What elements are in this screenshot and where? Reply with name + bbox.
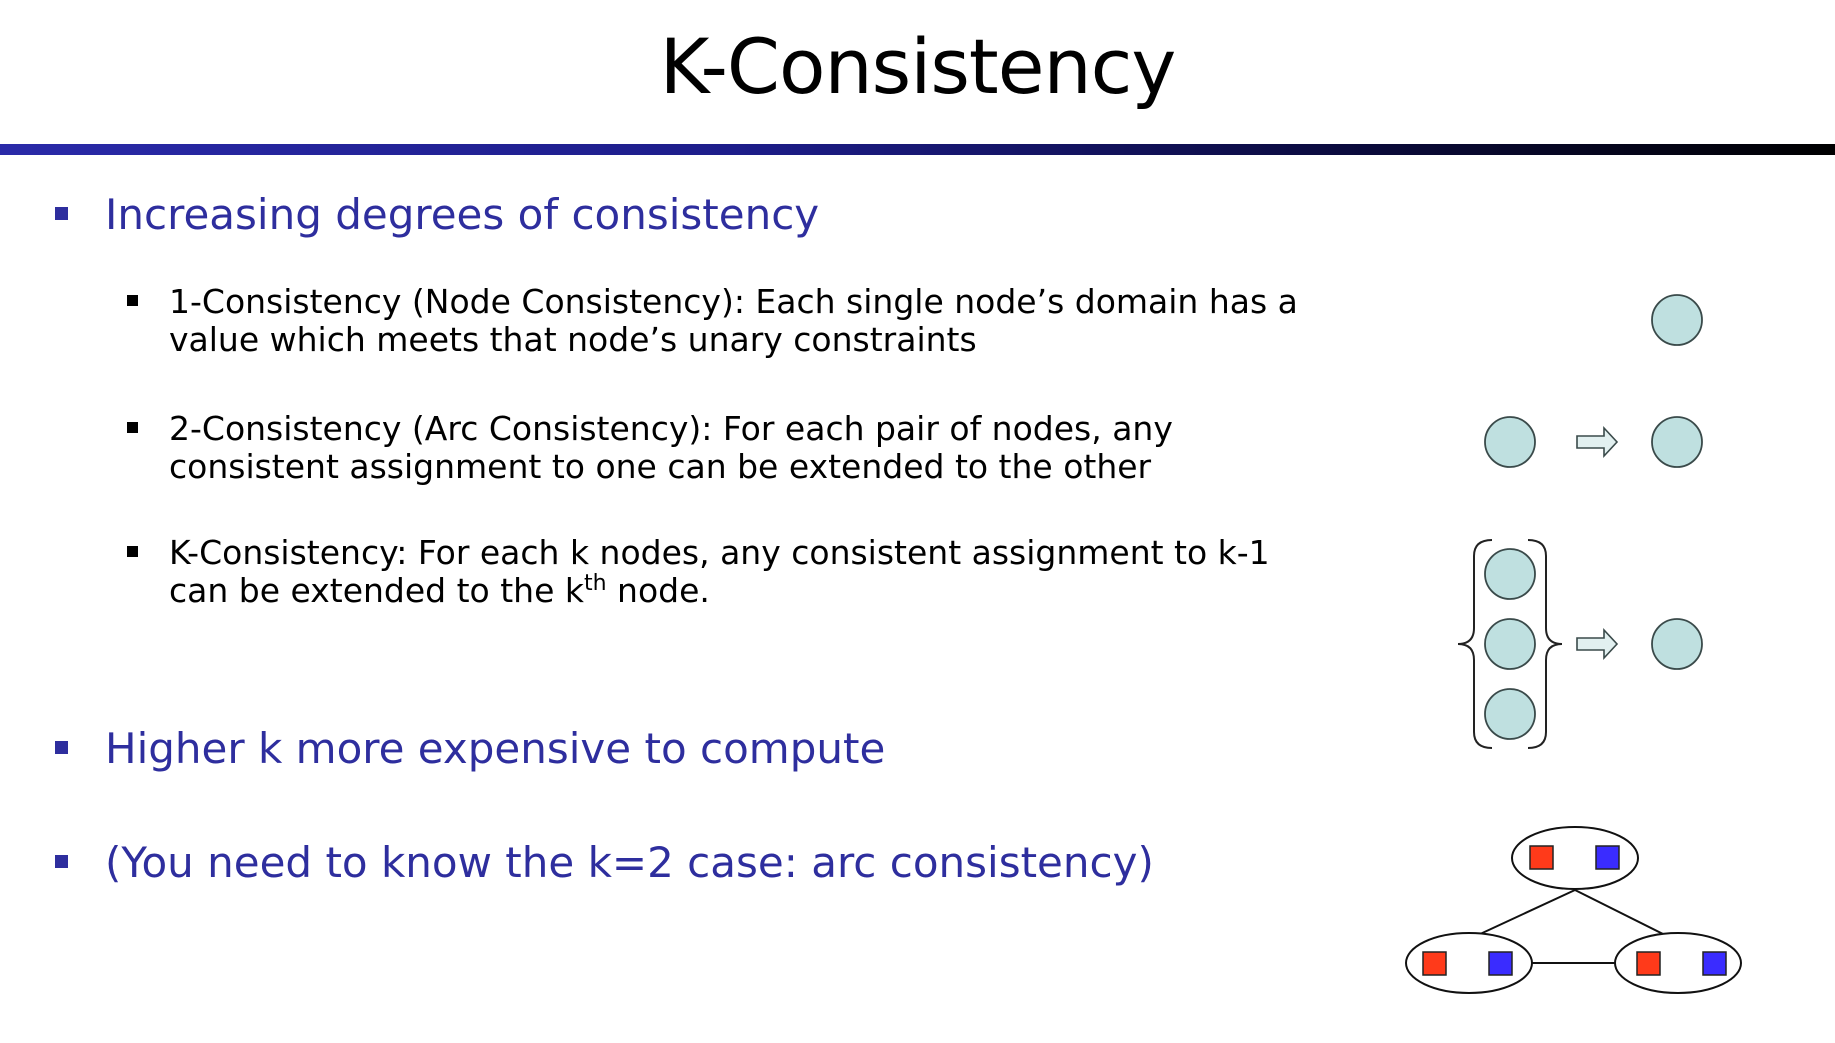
- blue-value-square: [1488, 951, 1513, 976]
- node-circle: [1651, 416, 1703, 468]
- red-value-square: [1529, 845, 1554, 870]
- node-consistency-diagram: [1651, 294, 1703, 346]
- blue-value-square: [1702, 951, 1727, 976]
- slide: K-Consistency Increasing degrees of cons…: [0, 0, 1835, 1043]
- arrow-right-icon: [1576, 627, 1619, 661]
- domain-graph-diagram: [1405, 826, 1742, 994]
- node-circle: [1651, 618, 1703, 670]
- arc-consistency-diagram: [1484, 416, 1703, 468]
- graph-edge: [1477, 889, 1576, 936]
- red-value-square: [1636, 951, 1661, 976]
- k-consistency-diagram: [1457, 539, 1703, 749]
- node-circle: [1484, 618, 1536, 670]
- consistency-diagrams: .node { fill: #bfe0e0; stroke: #3a4a4a; …: [1405, 294, 1742, 994]
- red-value-square: [1422, 951, 1447, 976]
- node-circle: [1484, 548, 1536, 600]
- graph-edge: [1574, 889, 1666, 936]
- node-circle: [1484, 416, 1536, 468]
- node-circle: [1484, 688, 1536, 740]
- blue-value-square: [1595, 845, 1620, 870]
- node-circle: [1651, 294, 1703, 346]
- arrow-right-icon: [1576, 425, 1619, 459]
